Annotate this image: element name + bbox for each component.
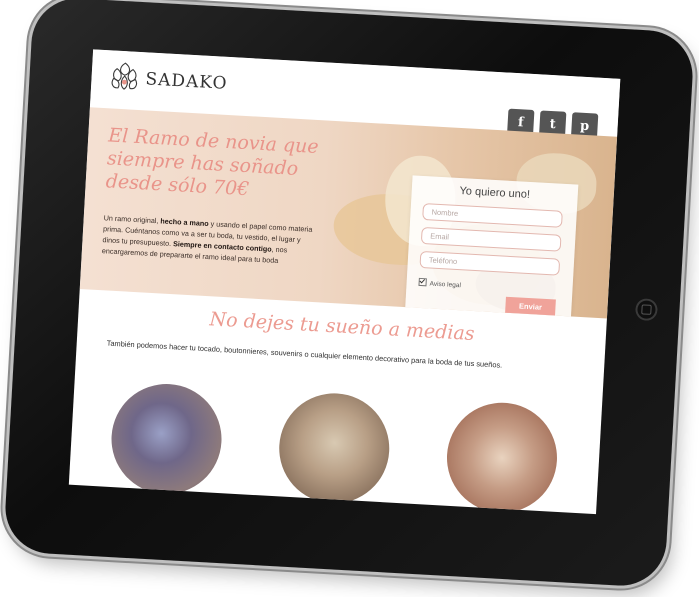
- website-screen: SADAKO f t p El Ramo de novia que siempr…: [68, 49, 621, 515]
- hero-description: Un ramo original, hecho a mano y usando …: [102, 212, 314, 268]
- gallery-image[interactable]: [443, 399, 560, 515]
- checkbox-icon[interactable]: [418, 277, 427, 287]
- form-title: Yo quiero uno!: [459, 185, 531, 201]
- phone-field[interactable]: Teléfono: [419, 250, 561, 276]
- hero-text-part: Un ramo original,: [103, 213, 161, 226]
- gallery-image[interactable]: [108, 381, 225, 498]
- hero-banner: El Ramo de novia que siempre has soñado …: [79, 107, 618, 319]
- email-field[interactable]: Email: [420, 226, 562, 252]
- gallery-image[interactable]: [276, 390, 393, 507]
- order-form: Yo quiero uno! Nombre Email Teléfono Avi…: [404, 175, 579, 319]
- hero-text-bold: hecho a mano: [160, 216, 209, 229]
- brand-name: SADAKO: [144, 69, 229, 94]
- logo-icon: [111, 62, 138, 90]
- name-field[interactable]: Nombre: [422, 202, 563, 228]
- tablet-device: SADAKO f t p El Ramo de novia que siempr…: [2, 0, 696, 589]
- legal-label[interactable]: Aviso legal: [429, 280, 461, 289]
- legal-checkbox[interactable]: Aviso legal: [418, 277, 461, 289]
- submit-button[interactable]: Enviar: [504, 296, 556, 318]
- hero-title: El Ramo de novia que siempre has soñado …: [105, 124, 358, 207]
